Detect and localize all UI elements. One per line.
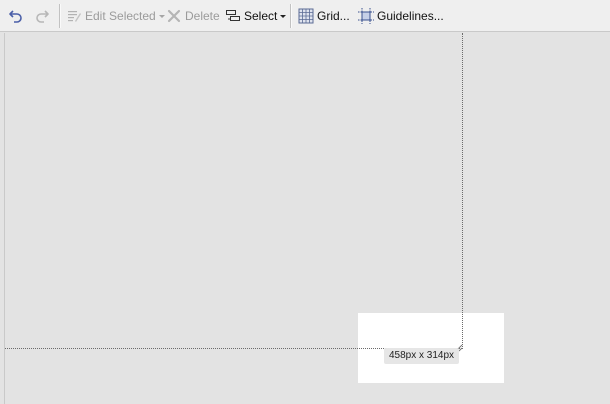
delete-icon bbox=[166, 8, 182, 24]
undo-button[interactable] bbox=[8, 5, 24, 27]
toolbar-separator bbox=[290, 4, 292, 28]
delete-button[interactable]: Delete bbox=[166, 5, 220, 27]
guidelines-icon bbox=[358, 8, 374, 24]
grid-button[interactable]: Grid... bbox=[298, 5, 350, 27]
select-icon bbox=[225, 8, 241, 24]
toolbar-separator bbox=[59, 4, 61, 28]
edit-selected-button[interactable]: Edit Selected bbox=[66, 5, 165, 27]
grid-icon bbox=[298, 8, 314, 24]
canvas-workspace[interactable]: 458px x 314px bbox=[0, 33, 610, 404]
select-button[interactable]: Select bbox=[225, 5, 287, 27]
redo-button[interactable] bbox=[34, 5, 50, 27]
resize-handle[interactable] bbox=[455, 339, 463, 352]
chevron-down-icon bbox=[158, 15, 165, 18]
select-label: Select bbox=[244, 9, 278, 23]
guidelines-button[interactable]: Guidelines... bbox=[358, 5, 444, 27]
edit-selected-icon bbox=[66, 8, 82, 24]
toolbar: Edit Selected Delete Select Grid... Guid… bbox=[0, 0, 610, 32]
redo-icon bbox=[34, 8, 50, 24]
undo-icon bbox=[8, 8, 24, 24]
edit-selected-label: Edit Selected bbox=[85, 9, 156, 23]
canvas-right-guideline bbox=[462, 33, 463, 349]
chevron-down-icon bbox=[280, 15, 287, 18]
grid-label: Grid... bbox=[317, 9, 350, 23]
guidelines-label: Guidelines... bbox=[377, 9, 444, 23]
delete-label: Delete bbox=[185, 9, 220, 23]
canvas-size-label: 458px x 314px bbox=[384, 348, 460, 364]
